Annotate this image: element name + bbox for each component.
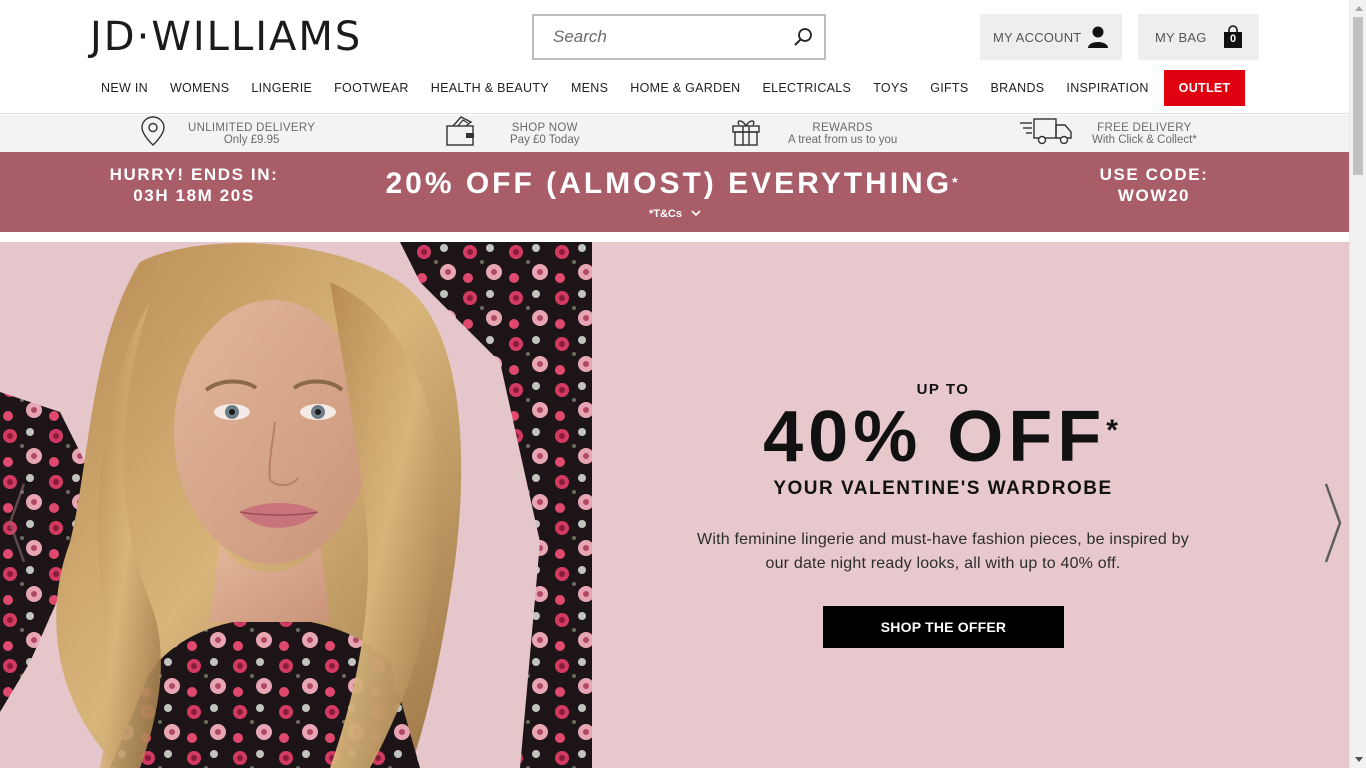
usp-rewards[interactable]: REWARDS A treat from us to you	[730, 115, 897, 152]
usp-text: FREE DELIVERY With Click & Collect*	[1092, 122, 1197, 146]
usp-text: SHOP NOW Pay £0 Today	[510, 122, 579, 146]
usp-free-delivery[interactable]: FREE DELIVERY With Click & Collect*	[1018, 115, 1197, 152]
nav-item-gifts[interactable]: GIFTS	[919, 70, 979, 106]
main-navigation: NEW IN WOMENS LINGERIE FOOTWEAR HEALTH &…	[90, 70, 1246, 106]
nav-item-electricals[interactable]: ELECTRICALS	[751, 70, 862, 106]
chevron-down-icon	[691, 208, 701, 220]
promo-code-label: USE CODE:	[1099, 165, 1209, 184]
bag-count: 0	[1230, 33, 1237, 45]
usp-subtitle: Only £9.95	[223, 133, 280, 146]
scroll-up-arrow-icon[interactable]	[1350, 0, 1366, 17]
site-header: JD·WILLIAMS MY ACCOUNT MY BAG 0 NEW IN W…	[0, 0, 1349, 114]
hero-discount-text: 40% OFF	[763, 397, 1107, 477]
nav-item-mens[interactable]: MENS	[560, 70, 619, 106]
promo-code: USE CODE: WOW20	[1080, 164, 1228, 206]
jd-williams-logo[interactable]: JD·WILLIAMS	[90, 15, 362, 59]
search-input[interactable]	[534, 16, 784, 58]
nav-item-brands[interactable]: BRANDS	[980, 70, 1056, 106]
nav-item-lingerie[interactable]: LINGERIE	[240, 70, 323, 106]
shopping-bag-icon: 0	[1223, 25, 1243, 49]
nav-item-inspiration[interactable]: INSPIRATION	[1055, 70, 1159, 106]
search-icon[interactable]	[790, 24, 816, 50]
hero-discount-asterisk: *	[1106, 414, 1123, 447]
carousel-prev-arrow[interactable]	[6, 482, 28, 564]
promo-headline-text: 20% OFF (ALMOST) EVERYTHING	[385, 167, 953, 200]
usp-subtitle: Pay £0 Today	[510, 133, 580, 146]
my-bag-button[interactable]: MY BAG 0	[1138, 14, 1259, 60]
countdown-value: 03H 18M 20S	[133, 186, 255, 205]
usp-bar: UNLIMITED DELIVERY Only £9.95 SHOP NOW P…	[0, 115, 1349, 152]
terms-label: *T&Cs	[648, 208, 682, 220]
nav-item-health-beauty[interactable]: HEALTH & BEAUTY	[420, 70, 560, 106]
delivery-truck-icon	[1018, 115, 1074, 152]
scroll-down-arrow-icon[interactable]	[1350, 751, 1366, 768]
promo-banner[interactable]: HURRY! ENDS IN: 03H 18M 20S 20% OFF (ALM…	[0, 152, 1349, 232]
nav-item-womens[interactable]: WOMENS	[159, 70, 240, 106]
card-wallet-icon	[444, 114, 478, 153]
my-account-button[interactable]: MY ACCOUNT	[980, 14, 1122, 60]
hero-discount: 40% OFF*	[660, 392, 1226, 482]
usp-unlimited-delivery[interactable]: UNLIMITED DELIVERY Only £9.95	[140, 115, 315, 152]
usp-title: SHOP NOW	[511, 121, 578, 134]
usp-text: REWARDS A treat from us to you	[788, 122, 897, 146]
countdown-label: HURRY! ENDS IN:	[109, 165, 279, 184]
usp-text: UNLIMITED DELIVERY Only £9.95	[188, 122, 315, 146]
nav-item-new-in[interactable]: NEW IN	[90, 70, 159, 106]
page: JD·WILLIAMS MY ACCOUNT MY BAG 0 NEW IN W…	[0, 0, 1366, 768]
hero-description-line: With feminine lingerie and must-have fas…	[697, 531, 1189, 548]
countdown-timer: HURRY! ENDS IN: 03H 18M 20S	[96, 164, 292, 206]
user-icon	[1086, 25, 1110, 54]
page-scrollbar[interactable]	[1349, 0, 1366, 768]
nav-item-outlet[interactable]: OUTLET	[1163, 70, 1246, 106]
location-pin-icon	[140, 115, 166, 152]
hero-subtitle: YOUR VALENTINE'S WARDROBE	[773, 478, 1113, 499]
scrollbar-thumb[interactable]	[1353, 17, 1363, 175]
promo-headline-asterisk: *	[952, 174, 961, 190]
usp-subtitle: With Click & Collect*	[1092, 133, 1197, 146]
usp-title: UNLIMITED DELIVERY	[188, 121, 316, 134]
carousel-next-arrow[interactable]	[1322, 482, 1344, 564]
promo-headline: 20% OFF (ALMOST) EVERYTHING*	[330, 166, 1016, 202]
gift-icon	[730, 115, 762, 152]
nav-item-footwear[interactable]: FOOTWEAR	[323, 70, 420, 106]
hero-description: With feminine lingerie and must-have fas…	[673, 528, 1213, 576]
promo-code-value: WOW20	[1117, 186, 1191, 205]
usp-title: FREE DELIVERY	[1097, 121, 1192, 134]
usp-shop-now[interactable]: SHOP NOW Pay £0 Today	[444, 115, 579, 152]
my-bag-label: MY BAG	[1155, 29, 1207, 45]
terms-toggle[interactable]: *T&Cs	[620, 208, 730, 220]
nav-item-home-garden[interactable]: HOME & GARDEN	[619, 70, 751, 106]
usp-subtitle: A treat from us to you	[788, 133, 898, 146]
hero-banner: UP TO 40% OFF* YOUR VALENTINE'S WARDROBE…	[0, 242, 1349, 768]
hero-model-image[interactable]	[0, 242, 592, 768]
usp-title: REWARDS	[812, 121, 873, 134]
shop-the-offer-button[interactable]: SHOP THE OFFER	[823, 606, 1064, 648]
my-account-label: MY ACCOUNT	[993, 29, 1082, 45]
nav-item-toys[interactable]: TOYS	[862, 70, 919, 106]
search-box	[532, 14, 826, 60]
hero-description-line: our date night ready looks, all with up …	[765, 555, 1121, 572]
